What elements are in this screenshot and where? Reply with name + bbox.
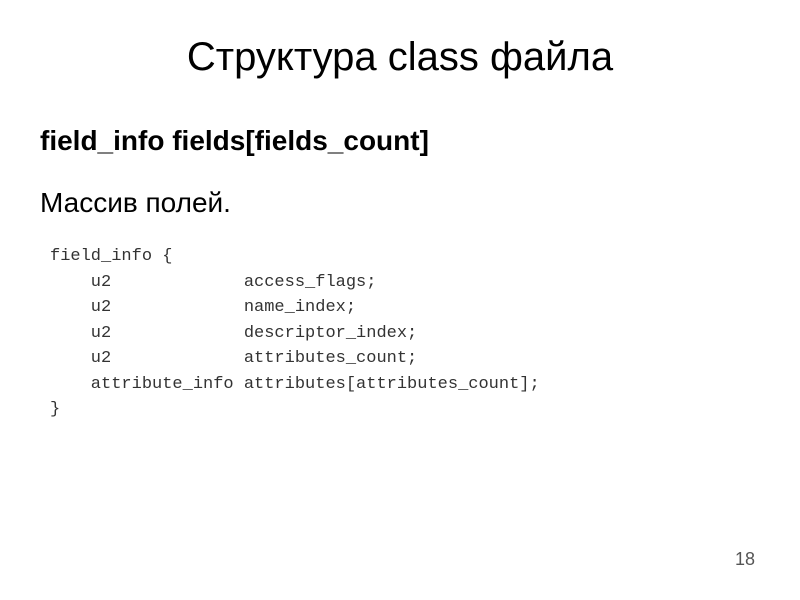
code-line: u2 name_index; <box>50 298 356 317</box>
slide-description: Массив полей. <box>40 187 760 219</box>
slide-subheading: field_info fields[fields_count] <box>40 125 760 157</box>
page-number: 18 <box>735 549 755 570</box>
code-line: u2 attributes_count; <box>50 349 417 368</box>
code-line: } <box>50 400 60 419</box>
code-line: attribute_info attributes[attributes_cou… <box>50 375 540 394</box>
code-block: field_info { u2 access_flags; u2 name_in… <box>40 244 760 423</box>
code-line: u2 descriptor_index; <box>50 324 417 343</box>
slide-title: Структура class файла <box>0 0 800 100</box>
code-line: field_info { <box>50 247 172 266</box>
code-line: u2 access_flags; <box>50 273 376 292</box>
slide-content: field_info fields[fields_count] Массив п… <box>0 125 800 423</box>
